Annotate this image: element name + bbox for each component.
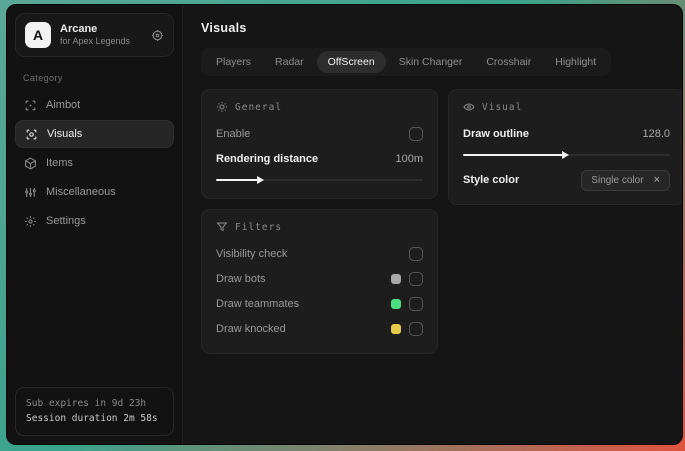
enable-checkbox[interactable] — [409, 127, 423, 141]
sidebar-item-aimbot[interactable]: Aimbot — [15, 91, 174, 119]
draw-outline-row: Draw outline 128.0 — [463, 123, 670, 145]
right-column: Visual Draw outline 128.0 Style color Si… — [448, 89, 682, 205]
visual-card-header: Visual — [463, 101, 670, 113]
style-color-select[interactable]: Single color × — [581, 169, 670, 191]
focus-eye-icon — [25, 128, 38, 141]
visibility-check-row: Visibility check — [216, 243, 423, 265]
draw-knocked-row: Draw knocked — [216, 318, 423, 340]
app-subtitle: for Apex Legends — [60, 36, 131, 47]
sub-expires-text: Sub expires in 9d 23h — [26, 397, 147, 409]
tab-players[interactable]: Players — [205, 51, 262, 73]
app-window: A Arcane for Apex Legends Category Aimbo… — [6, 4, 683, 445]
rendering-distance-slider[interactable] — [216, 175, 423, 185]
tab-skin-changer[interactable]: Skin Changer — [388, 51, 474, 73]
filters-card-title: Filters — [235, 221, 283, 233]
sidebar-item-label: Settings — [46, 215, 86, 227]
draw-bots-color-swatch[interactable] — [391, 274, 401, 284]
sidebar-item-miscellaneous[interactable]: Miscellaneous — [15, 178, 174, 206]
sidebar-item-label: Visuals — [47, 128, 83, 140]
draw-outline-slider[interactable] — [463, 150, 670, 160]
slider-fill[interactable] — [216, 176, 264, 184]
visual-card: Visual Draw outline 128.0 Style color Si… — [448, 89, 682, 205]
left-column: General Enable Rendering distance 100m F… — [201, 89, 438, 354]
style-color-value: Single color — [591, 174, 644, 186]
draw-teammates-color-swatch[interactable] — [391, 299, 401, 309]
enable-label: Enable — [216, 128, 251, 140]
filters-card-header: Filters — [216, 221, 423, 233]
draw-teammates-row: Draw teammates — [216, 293, 423, 315]
sun-icon — [216, 101, 228, 113]
brand-card: A Arcane for Apex Legends — [15, 13, 174, 57]
draw-knocked-checkbox[interactable] — [409, 322, 423, 336]
content-area: General Enable Rendering distance 100m F… — [201, 89, 682, 354]
brand-text: Arcane for Apex Legends — [60, 23, 142, 48]
sidebar: A Arcane for Apex Legends Category Aimbo… — [7, 5, 183, 444]
crosshair-icon — [24, 99, 37, 112]
general-card-title: General — [235, 101, 283, 113]
sliders-icon — [24, 186, 37, 199]
filters-card: Filters Visibility check Draw bots Draw … — [201, 209, 438, 354]
enable-row: Enable — [216, 123, 423, 145]
sidebar-item-label: Aimbot — [46, 99, 81, 111]
sidebar-item-items[interactable]: Items — [15, 149, 174, 177]
visual-card-title: Visual — [482, 101, 523, 113]
draw-bots-label: Draw bots — [216, 273, 266, 285]
draw-bots-checkbox[interactable] — [409, 272, 423, 286]
funnel-icon — [216, 221, 228, 233]
app-title: Arcane — [60, 22, 98, 35]
draw-teammates-checkbox[interactable] — [409, 297, 423, 311]
draw-knocked-label: Draw knocked — [216, 323, 286, 335]
draw-teammates-label: Draw teammates — [216, 298, 300, 310]
draw-bots-controls — [391, 272, 423, 286]
target-icon[interactable] — [151, 29, 164, 42]
sidebar-item-visuals[interactable]: Visuals — [15, 120, 174, 148]
sidebar-nav: Aimbot Visuals Items Miscellaneous Setti… — [15, 91, 174, 235]
subscription-info-box: Sub expires in 9d 23h Session duration 2… — [15, 386, 174, 436]
draw-outline-value: 128.0 — [642, 128, 670, 140]
app-logo: A — [25, 22, 51, 48]
sidebar-item-label: Items — [46, 157, 73, 169]
draw-bots-row: Draw bots — [216, 268, 423, 290]
general-card: General Enable Rendering distance 100m — [201, 89, 438, 199]
draw-knocked-color-swatch[interactable] — [391, 324, 401, 334]
sidebar-item-label: Miscellaneous — [46, 186, 116, 198]
slider-fill[interactable] — [463, 151, 568, 159]
visuals-tabbar: Players Radar OffScreen Skin Changer Cro… — [201, 48, 612, 76]
draw-outline-label: Draw outline — [463, 128, 530, 140]
style-color-row: Style color Single color × — [463, 169, 670, 191]
tab-highlight[interactable]: Highlight — [544, 51, 607, 73]
visibility-check-checkbox[interactable] — [409, 247, 423, 261]
tab-crosshair[interactable]: Crosshair — [475, 51, 542, 73]
box-icon — [24, 156, 37, 170]
visibility-check-label: Visibility check — [216, 248, 288, 260]
tab-offscreen[interactable]: OffScreen — [316, 51, 386, 73]
draw-knocked-controls — [391, 322, 423, 336]
rendering-distance-label: Rendering distance — [216, 153, 319, 165]
page-title: Visuals — [201, 21, 247, 35]
sidebar-item-settings[interactable]: Settings — [15, 207, 174, 235]
clear-icon[interactable]: × — [654, 174, 660, 186]
session-duration-text: Session duration 2m 58s — [26, 413, 158, 425]
draw-teammates-controls — [391, 297, 423, 311]
eye-icon — [463, 101, 475, 113]
gear-icon — [24, 215, 37, 228]
tab-radar[interactable]: Radar — [264, 51, 315, 73]
style-color-label: Style color — [463, 174, 520, 186]
rendering-distance-value: 100m — [395, 153, 423, 165]
general-card-header: General — [216, 101, 423, 113]
rendering-distance-row: Rendering distance 100m — [216, 148, 423, 170]
main-panel: Visuals Players Radar OffScreen Skin Cha… — [183, 5, 682, 444]
category-label: Category — [23, 73, 63, 83]
